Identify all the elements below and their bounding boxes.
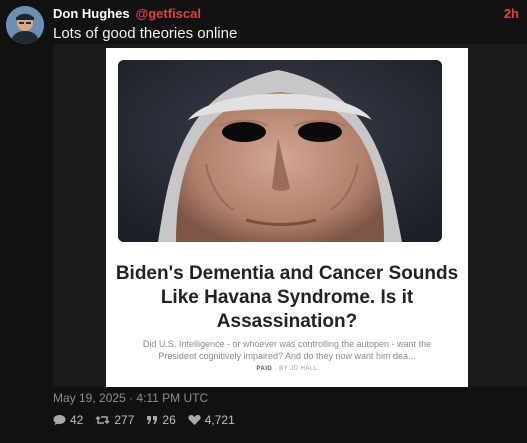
post-header: Don Hughes @getfiscal 2h (53, 4, 519, 22)
repost-button[interactable]: 277 (95, 413, 134, 427)
post-text: Lots of good theories online (53, 25, 238, 42)
repost-count: 277 (114, 413, 135, 427)
reply-button[interactable]: 42 (53, 413, 83, 427)
comment-bubble-icon (53, 415, 66, 425)
paid-label: PAID (256, 366, 273, 372)
card-meta: PAID · BY JD HALL (106, 366, 468, 372)
byline: BY JD HALL (279, 366, 318, 372)
quote-icon (147, 416, 158, 424)
heart-icon (188, 414, 201, 425)
quote-count: 26 (162, 413, 176, 427)
author-handle[interactable]: @getfiscal (136, 6, 201, 21)
link-card[interactable]: Biden's Dementia and Cancer Sounds Like … (106, 48, 468, 387)
post-timestamp[interactable]: May 19, 2025 · 4:11 PM UTC (53, 391, 208, 405)
card-image (118, 60, 442, 242)
avatar[interactable] (6, 6, 44, 44)
post-stats: 42 277 26 4,721 (53, 413, 247, 427)
repost-icon (95, 415, 110, 425)
author-name[interactable]: Don Hughes (53, 6, 130, 21)
reply-count: 42 (70, 413, 84, 427)
card-description: Did U.S. Intelligence - or whoever was c… (142, 339, 432, 361)
quote-button[interactable]: 26 (146, 413, 176, 427)
like-button[interactable]: 4,721 (188, 413, 235, 427)
post: Don Hughes @getfiscal 2h Lots of good th… (0, 0, 527, 443)
card-title[interactable]: Biden's Dementia and Cancer Sounds Like … (106, 262, 468, 334)
like-count: 4,721 (204, 413, 235, 427)
relative-time[interactable]: 2h (504, 6, 519, 21)
